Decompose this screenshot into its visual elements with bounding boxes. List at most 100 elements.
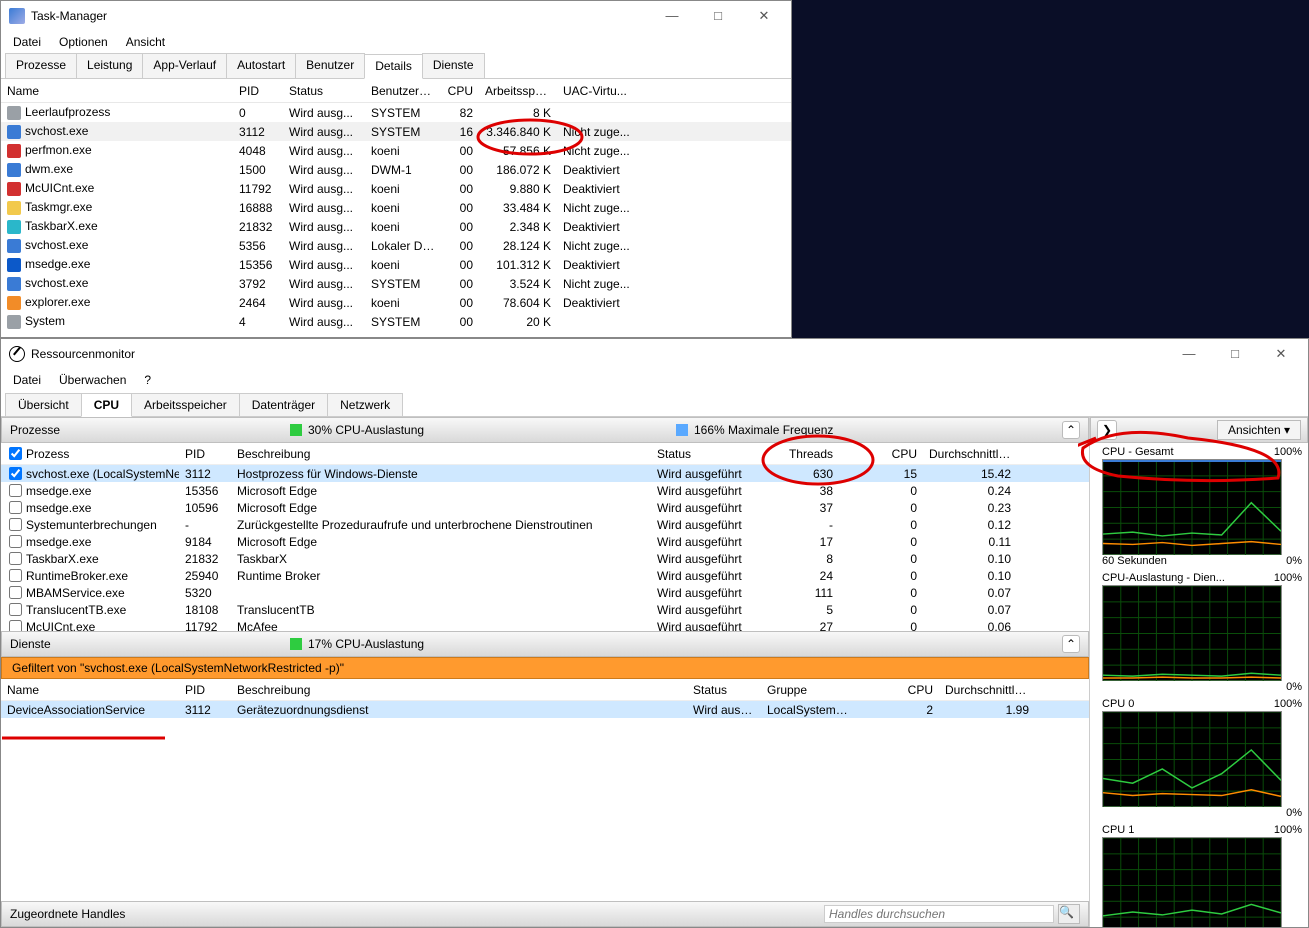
process-row[interactable]: svchost.exe5356Wird ausg...Lokaler Di...… <box>1 236 791 255</box>
col-pid[interactable]: PID <box>179 681 231 699</box>
tab-cpu[interactable]: CPU <box>81 393 132 417</box>
process-row[interactable]: msedge.exe15356Microsoft EdgeWird ausgef… <box>1 482 1089 499</box>
process-checkbox[interactable] <box>9 586 22 599</box>
process-row[interactable]: Leerlaufprozess0Wird ausg...SYSTEM828 K <box>1 103 791 122</box>
tab-dienste[interactable]: Dienste <box>422 53 485 78</box>
service-row[interactable]: DeviceAssociationService3112Gerätezuordn… <box>1 701 1089 718</box>
col-cpu[interactable]: CPU <box>859 681 939 699</box>
collapse-button[interactable]: ⌃ <box>1062 635 1080 653</box>
process-checkbox[interactable] <box>9 535 22 548</box>
minimize-button[interactable]: — <box>1166 339 1212 369</box>
tab-details[interactable]: Details <box>364 54 423 79</box>
col-description[interactable]: Beschreibung <box>231 681 687 699</box>
process-row[interactable]: svchost.exe (LocalSystemNet...3112Hostpr… <box>1 465 1089 482</box>
process-checkbox[interactable] <box>9 620 22 631</box>
titlebar[interactable]: Task-Manager — □ ✕ <box>1 1 791 31</box>
menu-file[interactable]: Datei <box>7 33 47 51</box>
process-checkbox[interactable] <box>9 501 22 514</box>
titlebar[interactable]: Ressourcenmonitor — □ ✕ <box>1 339 1308 369</box>
process-row[interactable]: MBAMService.exe5320Wird ausgeführt11100.… <box>1 584 1089 601</box>
process-row[interactable]: RuntimeBroker.exe25940Runtime BrokerWird… <box>1 567 1089 584</box>
processes-columns[interactable]: Prozess PID Beschreibung Status Threads … <box>1 443 1089 465</box>
col-memory[interactable]: Arbeitsspei... <box>479 82 557 100</box>
process-row[interactable]: dwm.exe1500Wird ausg...DWM-100186.072 KD… <box>1 160 791 179</box>
processes-list[interactable]: svchost.exe (LocalSystemNet...3112Hostpr… <box>1 465 1089 631</box>
tab-autostart[interactable]: Autostart <box>226 53 296 78</box>
close-button[interactable]: ✕ <box>741 1 787 31</box>
window-title: Task-Manager <box>31 9 649 23</box>
tab-prozesse[interactable]: Prozesse <box>5 53 77 78</box>
menu-help[interactable]: ? <box>138 371 157 389</box>
services-panel-header[interactable]: Dienste 17% CPU-Auslastung ⌃ <box>1 631 1089 657</box>
chart-min: 0% <box>1286 681 1302 693</box>
col-name[interactable]: Name <box>1 681 179 699</box>
process-row[interactable]: TaskbarX.exe21832Wird ausg...koeni002.34… <box>1 217 791 236</box>
process-row[interactable]: System4Wird ausg...SYSTEM0020 K <box>1 312 791 331</box>
process-checkbox[interactable] <box>9 569 22 582</box>
process-row[interactable]: msedge.exe10596Microsoft EdgeWird ausgef… <box>1 499 1089 516</box>
col-status[interactable]: Status <box>687 681 761 699</box>
process-checkbox[interactable] <box>9 603 22 616</box>
col-uac[interactable]: UAC-Virtu... <box>557 82 637 100</box>
process-row[interactable]: TaskbarX.exe21832TaskbarXWird ausgeführt… <box>1 550 1089 567</box>
tab-benutzer[interactable]: Benutzer <box>295 53 365 78</box>
process-row[interactable]: McUICnt.exe11792Wird ausg...koeni009.880… <box>1 179 791 198</box>
maximize-button[interactable]: □ <box>695 1 741 31</box>
views-dropdown[interactable]: Ansichten ▾ <box>1217 420 1301 440</box>
col-threads[interactable]: Threads <box>753 445 839 463</box>
tab-datenträger[interactable]: Datenträger <box>239 393 328 416</box>
col-status[interactable]: Status <box>283 82 365 100</box>
process-row[interactable]: explorer.exe2464Wird ausg...koeni0078.60… <box>1 293 791 312</box>
process-row[interactable]: msedge.exe9184Microsoft EdgeWird ausgefü… <box>1 533 1089 550</box>
process-checkbox[interactable] <box>9 484 22 497</box>
services-list[interactable]: DeviceAssociationService3112Gerätezuordn… <box>1 701 1089 901</box>
handles-search-input[interactable] <box>824 905 1054 923</box>
tab-leistung[interactable]: Leistung <box>76 53 143 78</box>
minimize-button[interactable]: — <box>649 1 695 31</box>
col-cpu[interactable]: CPU <box>441 82 479 100</box>
col-avg-cpu[interactable]: Durchschnittlic... <box>939 681 1035 699</box>
col-avg-cpu[interactable]: Durchschnittlic... <box>923 445 1017 463</box>
tab-netzwerk[interactable]: Netzwerk <box>327 393 403 416</box>
process-row[interactable]: perfmon.exe4048Wird ausg...koeni0057.856… <box>1 141 791 160</box>
search-button[interactable]: 🔍 <box>1058 904 1080 924</box>
tab-arbeitsspeicher[interactable]: Arbeitsspeicher <box>131 393 240 416</box>
col-name[interactable]: Name <box>1 82 233 100</box>
process-row[interactable]: Taskmgr.exe16888Wird ausg...koeni0033.48… <box>1 198 791 217</box>
col-user[interactable]: Benutzerna... <box>365 82 441 100</box>
process-checkbox[interactable] <box>9 467 22 480</box>
menu-view[interactable]: Ansicht <box>120 33 171 51</box>
menu-monitor[interactable]: Überwachen <box>53 371 132 389</box>
process-row[interactable]: svchost.exe3112Wird ausg...SYSTEM163.346… <box>1 122 791 141</box>
process-checkbox[interactable] <box>9 552 22 565</box>
tab-übersicht[interactable]: Übersicht <box>5 393 82 416</box>
col-pid[interactable]: PID <box>179 445 231 463</box>
process-row[interactable]: msedge.exe15356Wird ausg...koeni00101.31… <box>1 255 791 274</box>
handles-panel-header[interactable]: Zugeordnete Handles 🔍 <box>1 901 1089 927</box>
collapse-button[interactable]: ⌃ <box>1062 421 1080 439</box>
col-process[interactable]: Prozess <box>26 447 69 461</box>
collapse-arrow-button[interactable]: ❯ <box>1097 420 1117 440</box>
chart-block: CPU - Gesamt100% 60 Sekunden0% <box>1090 443 1308 569</box>
processes-panel-header[interactable]: Prozesse 30% CPU-Auslastung 166% Maximal… <box>1 417 1089 443</box>
services-columns[interactable]: Name PID Beschreibung Status Gruppe CPU … <box>1 679 1089 701</box>
close-button[interactable]: ✕ <box>1258 339 1304 369</box>
menu-options[interactable]: Optionen <box>53 33 114 51</box>
col-group[interactable]: Gruppe <box>761 681 859 699</box>
column-headers[interactable]: Name PID Status Benutzerna... CPU Arbeit… <box>1 79 791 103</box>
col-status[interactable]: Status <box>651 445 753 463</box>
process-checkbox[interactable] <box>9 518 22 531</box>
process-list[interactable]: Leerlaufprozess0Wird ausg...SYSTEM828 Ks… <box>1 103 791 337</box>
col-description[interactable]: Beschreibung <box>231 445 651 463</box>
maximize-button[interactable]: □ <box>1212 339 1258 369</box>
tab-app-verlauf[interactable]: App-Verlauf <box>142 53 227 78</box>
select-all-checkbox[interactable] <box>9 447 22 460</box>
col-cpu[interactable]: CPU <box>839 445 923 463</box>
menu-file[interactable]: Datei <box>7 371 47 389</box>
process-icon <box>7 201 21 215</box>
col-pid[interactable]: PID <box>233 82 283 100</box>
process-row[interactable]: svchost.exe3792Wird ausg...SYSTEM003.524… <box>1 274 791 293</box>
process-row[interactable]: McUICnt.exe11792McAfeeWird ausgeführt270… <box>1 618 1089 631</box>
process-row[interactable]: TranslucentTB.exe18108TranslucentTBWird … <box>1 601 1089 618</box>
process-row[interactable]: Systemunterbrechungen-Zurückgestellte Pr… <box>1 516 1089 533</box>
